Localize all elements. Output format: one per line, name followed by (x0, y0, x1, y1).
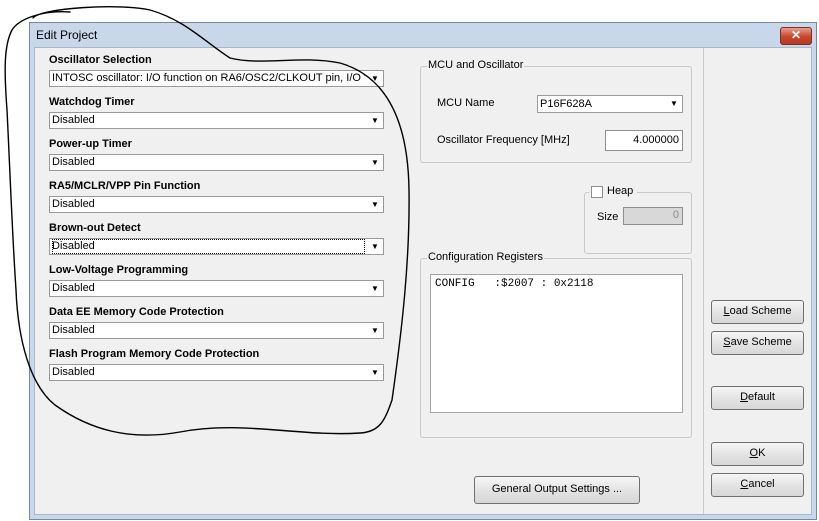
mclr-pin-function-combo[interactable]: Disabled ▼ (49, 196, 384, 213)
load-scheme-button[interactable]: Load Scheme (711, 300, 804, 324)
data-ee-protection-label: Data EE Memory Code Protection (49, 306, 224, 318)
dialog-client-area: Oscillator Selection INTOSC oscillator: … (34, 47, 812, 515)
low-voltage-programming-combo[interactable]: Disabled ▼ (49, 280, 384, 297)
mcu-oscillator-group-title: MCU and Oscillator (427, 59, 525, 71)
mcu-name-label: MCU Name (437, 97, 495, 109)
flash-protection-combo[interactable]: Disabled ▼ (49, 364, 384, 381)
watchdog-timer-combo[interactable]: Disabled ▼ (49, 112, 384, 129)
oscillator-selection-combo[interactable]: INTOSC oscillator: I/O function on RA6/O… (49, 70, 384, 87)
default-label: efault (748, 391, 775, 403)
chevron-down-icon[interactable]: ▼ (367, 71, 383, 86)
ok-accel: O (749, 447, 759, 459)
mcu-name-value: P16F628A (540, 98, 592, 110)
close-icon: ✕ (790, 28, 802, 42)
heap-size-label: Size (597, 211, 619, 223)
configuration-registers-group: Configuration Registers CONFIG :$2007 : … (420, 251, 692, 438)
general-output-settings-button[interactable]: General Output Settings ... (474, 476, 640, 504)
close-button[interactable]: ✕ (780, 27, 812, 45)
data-ee-protection-combo[interactable]: Disabled ▼ (49, 322, 384, 339)
save-scheme-accel: S (723, 336, 731, 348)
power-up-timer-value: Disabled (52, 156, 95, 168)
load-scheme-label: oad Scheme (729, 305, 792, 317)
oscillator-frequency-input[interactable]: 4.000000 (605, 130, 683, 151)
general-output-settings-label: General Output Settings ... (491, 483, 623, 495)
flash-protection-label: Flash Program Memory Code Protection (49, 348, 260, 360)
low-voltage-programming-value: Disabled (52, 282, 95, 294)
power-up-timer-label: Power-up Timer (49, 138, 132, 150)
default-button[interactable]: Default (711, 386, 804, 410)
data-ee-protection-value: Disabled (52, 324, 95, 336)
edit-project-window: Edit Project ✕ Oscillator Selection INTO… (29, 22, 817, 520)
brown-out-detect-label: Brown-out Detect (49, 222, 141, 234)
window-title: Edit Project (36, 28, 98, 42)
mcu-name-combo[interactable]: P16F628A ▼ (537, 95, 683, 113)
heap-label: Heap (607, 185, 634, 197)
oscillator-selection-label: Oscillator Selection (49, 54, 152, 66)
oscillator-frequency-label: Oscillator Frequency [MHz] (437, 134, 570, 146)
brown-out-detect-combo[interactable]: Disabled ▼ (49, 238, 384, 255)
chevron-down-icon[interactable]: ▼ (367, 113, 383, 128)
heap-group: Heap Size 0 (584, 185, 692, 254)
mclr-pin-function-value: Disabled (52, 198, 95, 210)
flash-protection-value: Disabled (52, 366, 95, 378)
chevron-down-icon[interactable]: ▼ (367, 323, 383, 338)
title-bar[interactable]: Edit Project ✕ (30, 23, 816, 47)
save-scheme-label: ave Scheme (730, 336, 792, 348)
ok-label: K (758, 447, 766, 459)
chevron-down-icon[interactable]: ▼ (367, 197, 383, 212)
heap-size-input[interactable]: 0 (623, 207, 683, 225)
oscillator-selection-value: INTOSC oscillator: I/O function on RA6/O… (52, 72, 365, 84)
chevron-down-icon[interactable]: ▼ (367, 155, 383, 170)
watchdog-timer-label: Watchdog Timer (49, 96, 135, 108)
mclr-pin-function-label: RA5/MCLR/VPP Pin Function (49, 180, 201, 192)
chevron-down-icon[interactable]: ▼ (367, 239, 383, 254)
cancel-label: ancel (748, 478, 775, 490)
chevron-down-icon[interactable]: ▼ (367, 281, 383, 296)
watchdog-timer-value: Disabled (52, 114, 95, 126)
configuration-registers-group-title: Configuration Registers (427, 251, 544, 263)
heap-checkbox[interactable] (591, 186, 603, 198)
chevron-down-icon[interactable]: ▼ (367, 365, 383, 380)
ok-button[interactable]: OK (711, 442, 804, 466)
cancel-button[interactable]: Cancel (711, 473, 804, 497)
configuration-registers-text[interactable]: CONFIG :$2007 : 0x2118 (430, 274, 683, 413)
brown-out-detect-value: Disabled (52, 239, 365, 254)
save-scheme-button[interactable]: Save Scheme (711, 331, 804, 355)
low-voltage-programming-label: Low-Voltage Programming (49, 264, 189, 276)
default-accel: D (740, 391, 749, 403)
chevron-down-icon[interactable]: ▼ (666, 96, 682, 111)
mcu-oscillator-group: MCU and Oscillator MCU Name P16F628A ▼ O… (420, 59, 692, 163)
heap-checkbox-row[interactable]: Heap (589, 185, 637, 199)
power-up-timer-combo[interactable]: Disabled ▼ (49, 154, 384, 171)
